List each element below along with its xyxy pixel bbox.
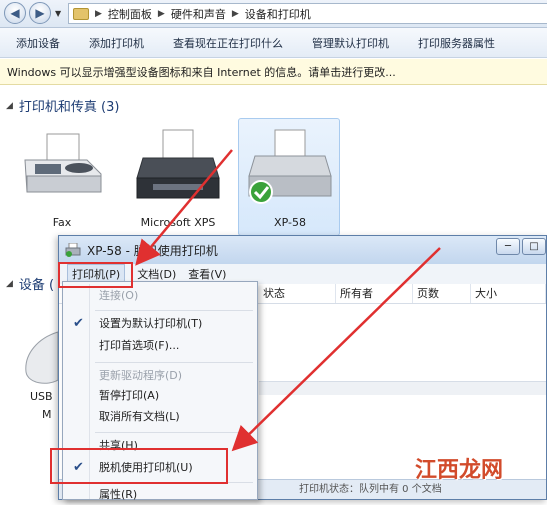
arrow-to-use-offline xyxy=(231,247,441,452)
annotation-arrows xyxy=(135,149,441,452)
arrow-to-printer-menu xyxy=(135,149,233,266)
watermark-logo: 江西龙网 xyxy=(415,457,504,483)
